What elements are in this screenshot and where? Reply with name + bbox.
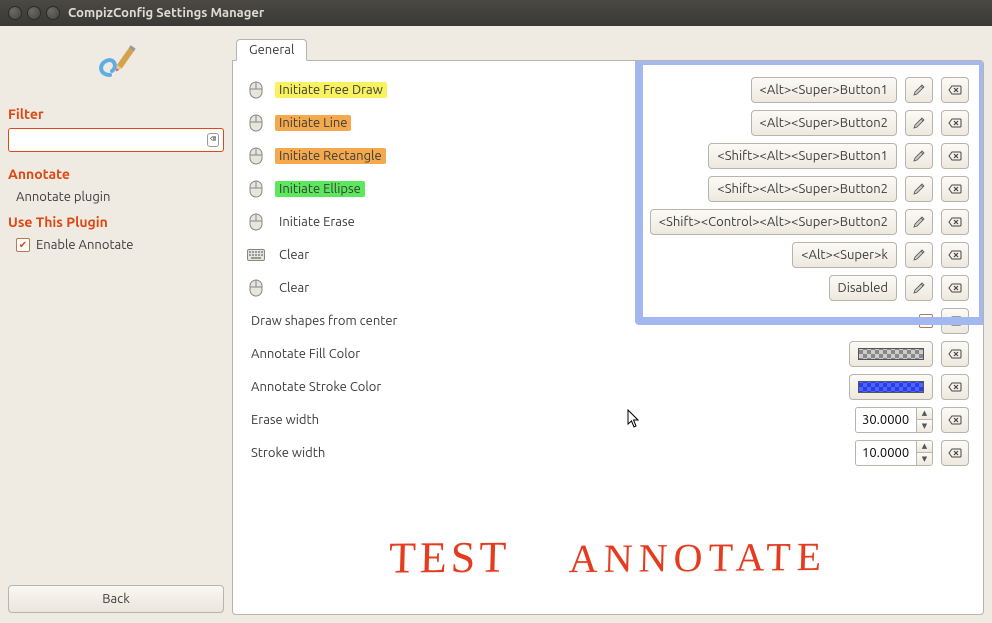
- reset-shortcut-button[interactable]: [941, 143, 969, 169]
- shortcut-button[interactable]: Disabled: [829, 275, 897, 301]
- erase-width-down[interactable]: ▼: [917, 420, 932, 432]
- stroke-color-button[interactable]: [849, 374, 933, 400]
- enable-annotate-label: Enable Annotate: [36, 238, 134, 252]
- stroke-width-label: Stroke width: [247, 445, 329, 461]
- tab-general[interactable]: General: [236, 39, 307, 61]
- reset-shortcut-button[interactable]: [941, 275, 969, 301]
- plugin-logo: [8, 34, 224, 96]
- reset-shortcut-button[interactable]: [941, 77, 969, 103]
- setting-row-1: Initiate Line <Alt><Super>Button2: [247, 106, 969, 139]
- sidebar: Filter ⌫ Annotate Annotate plugin Use Th…: [8, 34, 224, 615]
- window-titlebar: CompizConfig Settings Manager: [0, 0, 992, 26]
- window-minimize-button[interactable]: [27, 6, 41, 20]
- setting-row-3: Initiate Ellipse <Shift><Alt><Super>Butto…: [247, 172, 969, 205]
- shortcut-text: <Alt><Super>Button1: [760, 83, 888, 97]
- mouse-icon: [247, 180, 265, 198]
- handwriting-overlay: TEST ANNOTATE: [233, 512, 983, 602]
- edit-shortcut-button[interactable]: [905, 143, 933, 169]
- erase-width-up[interactable]: ▲: [917, 408, 932, 421]
- setting-label: Clear: [275, 280, 313, 296]
- enable-annotate-checkbox[interactable]: ✔: [16, 238, 30, 252]
- erase-width-label: Erase width: [247, 412, 323, 428]
- edit-shortcut-button[interactable]: [905, 110, 933, 136]
- shortcut-text: Disabled: [838, 281, 888, 295]
- shortcut-text: <Alt><Super>k: [801, 248, 888, 262]
- edit-shortcut-button[interactable]: [905, 242, 933, 268]
- annotate-plugin-link[interactable]: Annotate plugin: [8, 184, 224, 210]
- stroke-width-spinner[interactable]: ▲▼: [855, 440, 933, 466]
- back-button-label: Back: [102, 592, 130, 606]
- shortcut-button[interactable]: <Alt><Super>Button2: [751, 110, 897, 136]
- setting-row-6: Clear Disabled: [247, 271, 969, 304]
- edit-shortcut-button[interactable]: [905, 275, 933, 301]
- reset-shortcut-button[interactable]: [941, 242, 969, 268]
- shortcut-text: <Shift><Control><Alt><Super>Button2: [659, 215, 888, 229]
- setting-row-2: Initiate Rectangle <Shift><Alt><Super>But…: [247, 139, 969, 172]
- draw-center-label: Draw shapes from center: [247, 313, 401, 329]
- setting-label: Initiate Line: [275, 115, 351, 131]
- mouse-icon: [247, 213, 265, 231]
- mouse-icon: [247, 147, 265, 165]
- fill-color-button[interactable]: [849, 341, 933, 367]
- stroke-width-up[interactable]: ▲: [917, 441, 932, 454]
- shortcut-button[interactable]: <Shift><Alt><Super>Button2: [708, 176, 897, 202]
- reset-fill-color-button[interactable]: [941, 341, 969, 367]
- stroke-width-down[interactable]: ▼: [917, 453, 932, 465]
- filter-input[interactable]: [15, 132, 207, 149]
- annotate-section-title: Annotate: [8, 162, 224, 184]
- setting-label: Clear: [275, 247, 313, 263]
- reset-stroke-width-button[interactable]: [941, 440, 969, 466]
- filter-clear-icon[interactable]: ⌫: [207, 133, 219, 147]
- mouse-icon: [247, 279, 265, 297]
- shortcut-text: <Alt><Super>Button2: [760, 116, 888, 130]
- back-button[interactable]: Back: [8, 585, 224, 613]
- setting-row-5: Clear <Alt><Super>k: [247, 238, 969, 271]
- setting-label: Initiate Rectangle: [275, 148, 386, 164]
- draw-center-checkbox[interactable]: ✔: [919, 314, 933, 328]
- reset-shortcut-button[interactable]: [941, 209, 969, 235]
- setting-label: Initiate Erase: [275, 214, 359, 230]
- reset-draw-center-button[interactable]: [941, 308, 969, 334]
- use-plugin-section-title: Use This Plugin: [8, 210, 224, 232]
- edit-shortcut-button[interactable]: [905, 77, 933, 103]
- stroke-color-label: Annotate Stroke Color: [247, 379, 385, 395]
- edit-shortcut-button[interactable]: [905, 209, 933, 235]
- window-close-button[interactable]: [8, 6, 22, 20]
- shortcut-button[interactable]: <Shift><Control><Alt><Super>Button2: [650, 209, 897, 235]
- erase-width-spinner[interactable]: ▲▼: [855, 407, 933, 433]
- shortcut-button[interactable]: <Shift><Alt><Super>Button1: [708, 143, 897, 169]
- mouse-icon: [247, 81, 265, 99]
- erase-width-input[interactable]: [856, 408, 916, 432]
- shortcut-button[interactable]: <Alt><Super>k: [792, 242, 897, 268]
- shortcut-text: <Shift><Alt><Super>Button1: [717, 149, 888, 163]
- setting-label: Initiate Free Draw: [275, 82, 387, 98]
- filter-section-title: Filter: [8, 102, 224, 124]
- setting-row-0: Initiate Free Draw <Alt><Super>Button1: [247, 73, 969, 106]
- setting-row-4: Initiate Erase <Shift><Control><Alt><Supe…: [247, 205, 969, 238]
- handwriting-test: TEST: [389, 531, 511, 583]
- tab-general-label: General: [249, 43, 294, 57]
- handwriting-annotate: ANNOTATE: [568, 532, 827, 581]
- mouse-icon: [247, 114, 265, 132]
- reset-stroke-color-button[interactable]: [941, 374, 969, 400]
- shortcut-button[interactable]: <Alt><Super>Button1: [751, 77, 897, 103]
- window-maximize-button[interactable]: [46, 6, 60, 20]
- fill-color-label: Annotate Fill Color: [247, 346, 364, 362]
- tab-content: Initiate Free Draw<Alt><Super>Button1Ini…: [232, 60, 984, 615]
- reset-shortcut-button[interactable]: [941, 176, 969, 202]
- keyboard-icon: [247, 249, 265, 261]
- setting-label: Initiate Ellipse: [275, 181, 365, 197]
- window-title: CompizConfig Settings Manager: [68, 6, 264, 20]
- filter-input-wrap[interactable]: ⌫: [8, 128, 224, 152]
- edit-shortcut-button[interactable]: [905, 176, 933, 202]
- reset-erase-width-button[interactable]: [941, 407, 969, 433]
- shortcut-text: <Shift><Alt><Super>Button2: [717, 182, 888, 196]
- reset-shortcut-button[interactable]: [941, 110, 969, 136]
- stroke-width-input[interactable]: [856, 441, 916, 465]
